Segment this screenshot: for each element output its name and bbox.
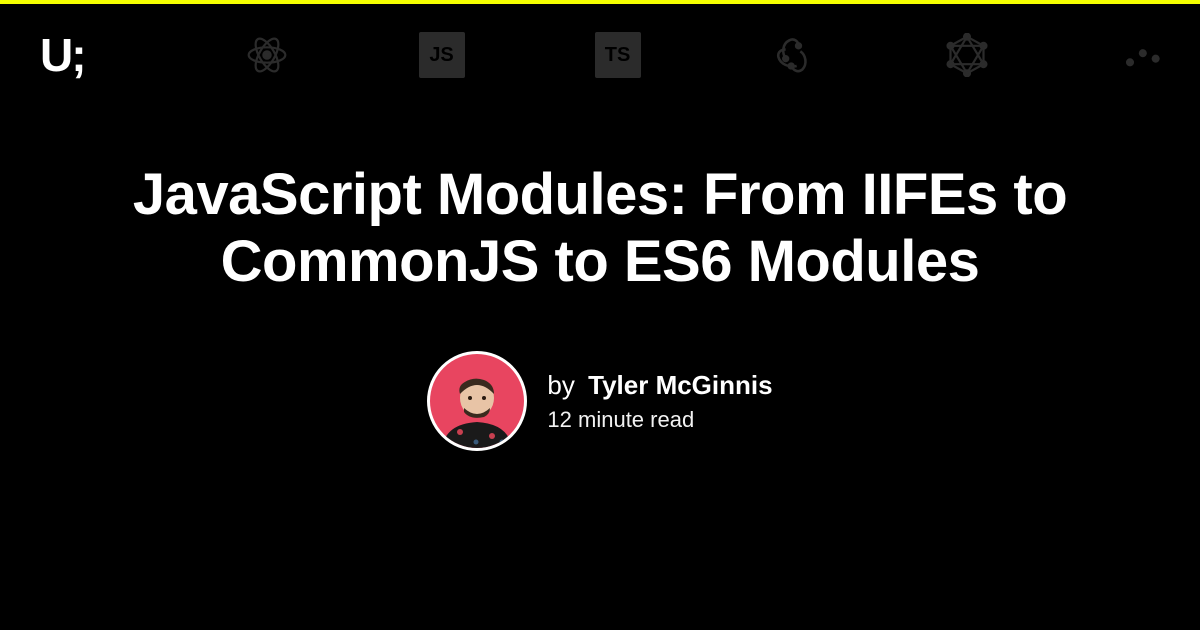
redux-icon[interactable] [771,33,815,77]
author-name: Tyler McGinnis [588,370,772,400]
author-avatar [427,351,527,451]
typescript-icon[interactable]: TS [595,32,641,78]
accent-bar [0,0,1200,4]
article-hero: JavaScript Modules: From IIFEs to Common… [0,82,1200,451]
react-icon[interactable] [245,33,289,77]
byline: by Tyler McGinnis [547,370,772,401]
brand-logo[interactable]: U; [40,28,85,82]
article-title: JavaScript Modules: From IIFEs to Common… [100,162,1100,295]
author-meta: by Tyler McGinnis 12 minute read [547,370,772,433]
author-block: by Tyler McGinnis 12 minute read [0,351,1200,451]
read-time: 12 minute read [547,407,772,433]
nav-icon-row: JS TS [245,32,1163,78]
javascript-icon[interactable]: JS [419,32,465,78]
dots-icon[interactable] [1119,33,1163,77]
by-label: by [547,370,574,400]
site-header: U; JS TS [0,0,1200,82]
graphql-icon[interactable] [945,33,989,77]
